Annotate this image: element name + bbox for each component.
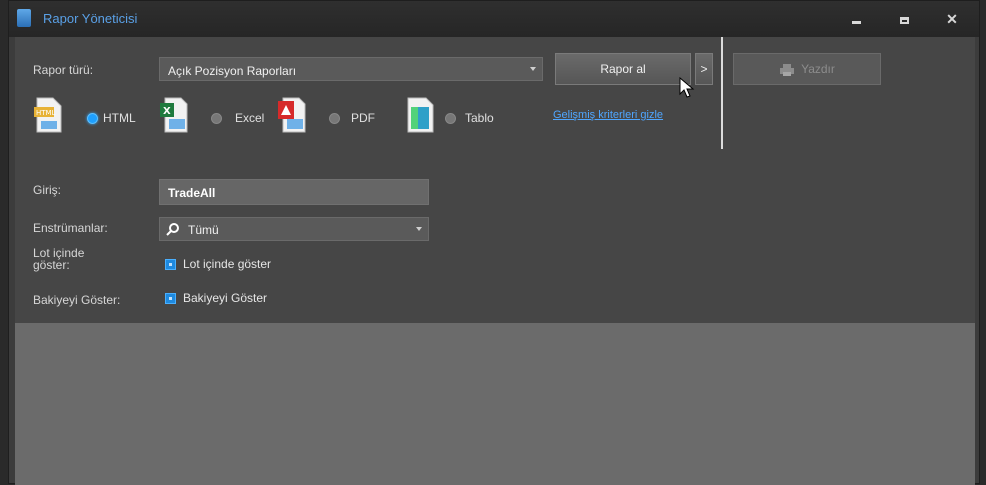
login-label: Giriş: <box>33 183 61 197</box>
table-format-label: Tablo <box>465 111 494 125</box>
report-type-select[interactable]: Açık Pozisyon Raporları <box>159 57 543 81</box>
svg-text:HTML: HTML <box>36 109 56 117</box>
title-bar: Rapor Yöneticisi ✕ <box>9 1 979 37</box>
more-options-label: > <box>700 62 708 76</box>
excel-format-label: Excel <box>235 111 265 125</box>
pdf-format-label: PDF <box>351 111 375 125</box>
more-options-button[interactable]: > <box>695 53 713 85</box>
report-type-label: Rapor türü: <box>33 63 94 77</box>
excel-format-radio[interactable] <box>211 113 222 124</box>
get-report-label: Rapor al <box>600 62 646 76</box>
toolbar-separator <box>721 37 723 149</box>
table-file-icon[interactable] <box>405 97 435 133</box>
pdf-format-radio[interactable] <box>329 113 340 124</box>
svg-text:X: X <box>163 106 171 117</box>
app-icon <box>17 9 31 27</box>
minimize-icon <box>851 21 861 24</box>
instruments-select[interactable]: Tümü <box>159 217 429 241</box>
maximize-icon <box>899 17 909 24</box>
printer-icon <box>780 63 795 76</box>
close-icon: ✕ <box>946 11 958 27</box>
lot-label-line2: göster: <box>33 258 70 272</box>
lot-label: Lot içinde göster: <box>33 247 84 271</box>
advanced-criteria-link[interactable]: Gelişmiş kriterleri gizle <box>553 109 663 121</box>
print-label: Yazdır <box>801 62 835 76</box>
login-value: TradeAll <box>168 186 216 200</box>
get-report-button[interactable]: Rapor al <box>555 53 691 85</box>
report-output-area <box>15 323 975 485</box>
excel-file-icon[interactable]: X <box>159 97 189 133</box>
balance-checkbox[interactable] <box>165 293 176 304</box>
report-manager-window: Rapor Yöneticisi ✕ Rapor türü: Açık Pozi… <box>8 0 980 485</box>
search-icon <box>166 223 179 236</box>
close-button[interactable]: ✕ <box>941 10 963 28</box>
window-title: Rapor Yöneticisi <box>43 11 138 26</box>
instruments-label: Enstrümanlar: <box>33 221 108 235</box>
lot-checkbox[interactable] <box>165 259 176 270</box>
balance-checkbox-label: Bakiyeyi Göster <box>183 291 268 305</box>
instruments-value: Tümü <box>188 223 219 237</box>
html-file-icon[interactable]: HTML <box>33 97 63 133</box>
lot-checkbox-label: Lot içinde göster <box>183 257 272 271</box>
report-settings-panel: Rapor türü: Açık Pozisyon Raporları Rapo… <box>15 37 975 323</box>
login-field[interactable]: TradeAll <box>159 179 429 205</box>
table-format-radio[interactable] <box>445 113 456 124</box>
balance-label: Bakiyeyi Göster: <box>33 293 121 307</box>
report-type-value: Açık Pozisyon Raporları <box>168 64 297 78</box>
chevron-down-icon <box>530 67 536 71</box>
print-button[interactable]: Yazdır <box>733 53 881 85</box>
mouse-cursor-icon <box>679 77 695 98</box>
html-format-radio[interactable] <box>87 113 98 124</box>
maximize-button[interactable] <box>893 10 915 28</box>
minimize-button[interactable] <box>845 10 867 28</box>
chevron-down-icon <box>416 227 422 231</box>
html-format-label: HTML <box>103 111 136 125</box>
pdf-file-icon[interactable] <box>277 97 307 133</box>
